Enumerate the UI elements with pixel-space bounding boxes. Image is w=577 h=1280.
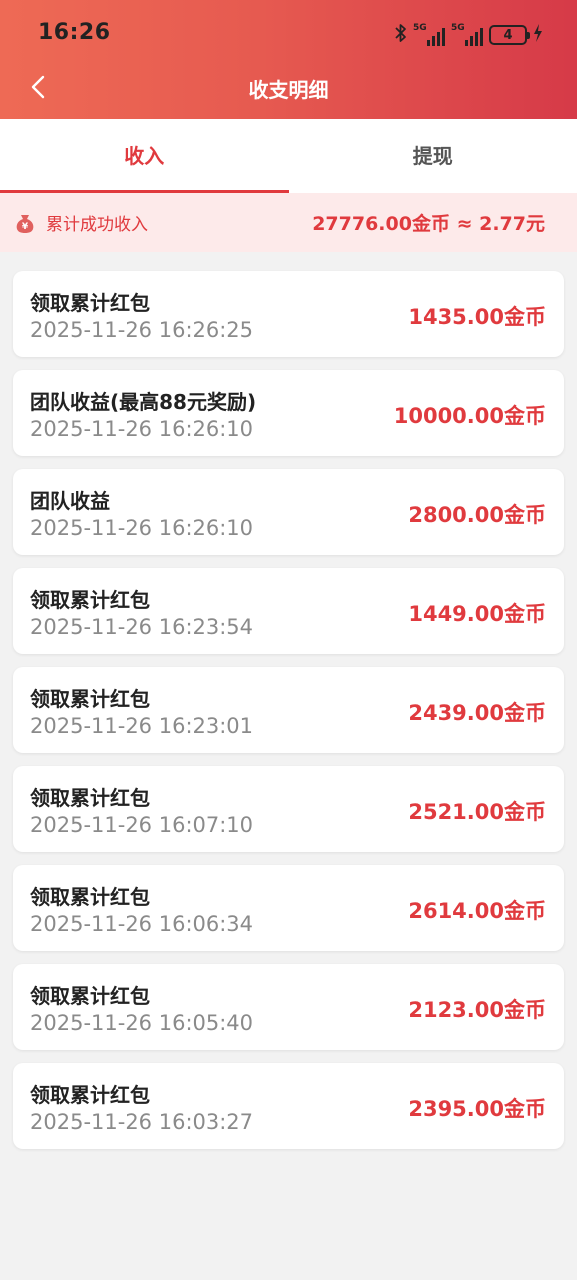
tab-withdraw[interactable]: 提现	[289, 119, 577, 193]
status-time: 16:26	[38, 20, 111, 45]
record-amount: 2395.00金币	[408, 1097, 546, 1121]
record-title: 团队收益(最高88元奖励)	[30, 390, 257, 414]
money-bag-icon: ¥	[14, 212, 36, 234]
record-time: 2025-11-26 16:03:27	[30, 1110, 254, 1134]
record-time: 2025-11-26 16:26:10	[30, 417, 254, 441]
record-title: 团队收益	[30, 489, 110, 513]
record-time: 2025-11-26 16:26:25	[30, 318, 254, 342]
header: 16:26 5G 5G 4 收支明细	[0, 0, 577, 119]
signal-strength-icon-2: 5G	[451, 23, 483, 46]
summary-label: 累计成功收入	[46, 215, 148, 235]
record-item[interactable]: 领取累计红包 2025-11-26 16:03:27 2395.00金币	[13, 1063, 564, 1149]
record-title: 领取累计红包	[30, 687, 150, 711]
record-amount: 2614.00金币	[408, 899, 546, 923]
record-title: 领取累计红包	[30, 885, 150, 909]
record-amount: 2521.00金币	[408, 800, 546, 824]
record-amount: 2123.00金币	[408, 998, 546, 1022]
svg-text:¥: ¥	[22, 222, 29, 232]
summary-value: 27776.00金币 ≈ 2.77元	[312, 213, 545, 235]
income-record-list: 领取累计红包 2025-11-26 16:26:25 1435.00金币 团队收…	[13, 271, 564, 1162]
record-amount: 2800.00金币	[408, 503, 546, 527]
record-item[interactable]: 领取累计红包 2025-11-26 16:23:54 1449.00金币	[13, 568, 564, 654]
record-time: 2025-11-26 16:05:40	[30, 1011, 254, 1035]
battery-icon: 4	[489, 25, 530, 45]
record-amount: 10000.00金币	[393, 404, 546, 428]
record-item[interactable]: 团队收益 2025-11-26 16:26:10 2800.00金币	[13, 469, 564, 555]
tab-bar: 收入 提现	[0, 119, 577, 193]
bluetooth-icon	[395, 23, 407, 47]
lightning-icon	[533, 24, 543, 46]
record-item[interactable]: 领取累计红包 2025-11-26 16:07:10 2521.00金币	[13, 766, 564, 852]
record-title: 领取累计红包	[30, 588, 150, 612]
record-item[interactable]: 团队收益(最高88元奖励) 2025-11-26 16:26:10 10000.…	[13, 370, 564, 456]
record-item[interactable]: 领取累计红包 2025-11-26 16:26:25 1435.00金币	[13, 271, 564, 357]
record-time: 2025-11-26 16:26:10	[30, 516, 254, 540]
record-amount: 1435.00金币	[408, 305, 546, 329]
nav-bar: 收支明细	[0, 68, 577, 110]
record-item[interactable]: 领取累计红包 2025-11-26 16:06:34 2614.00金币	[13, 865, 564, 951]
page-title: 收支明细	[248, 78, 329, 102]
status-bar: 16:26 5G 5G 4	[0, 0, 577, 68]
record-time: 2025-11-26 16:23:01	[30, 714, 254, 738]
record-amount: 1449.00金币	[408, 602, 546, 626]
record-title: 领取累计红包	[30, 1083, 150, 1107]
income-summary: ¥ 累计成功收入 27776.00金币 ≈ 2.77元	[0, 193, 577, 252]
record-time: 2025-11-26 16:06:34	[30, 912, 254, 936]
signal-strength-icon: 5G	[413, 23, 445, 46]
record-time: 2025-11-26 16:23:54	[30, 615, 254, 639]
record-item[interactable]: 领取累计红包 2025-11-26 16:23:01 2439.00金币	[13, 667, 564, 753]
record-item[interactable]: 领取累计红包 2025-11-26 16:05:40 2123.00金币	[13, 964, 564, 1050]
record-time: 2025-11-26 16:07:10	[30, 813, 254, 837]
tab-income[interactable]: 收入	[0, 119, 289, 193]
record-title: 领取累计红包	[30, 786, 150, 810]
record-title: 领取累计红包	[30, 291, 150, 315]
status-icons: 5G 5G 4	[395, 22, 543, 48]
record-amount: 2439.00金币	[408, 701, 546, 725]
record-title: 领取累计红包	[30, 984, 150, 1008]
